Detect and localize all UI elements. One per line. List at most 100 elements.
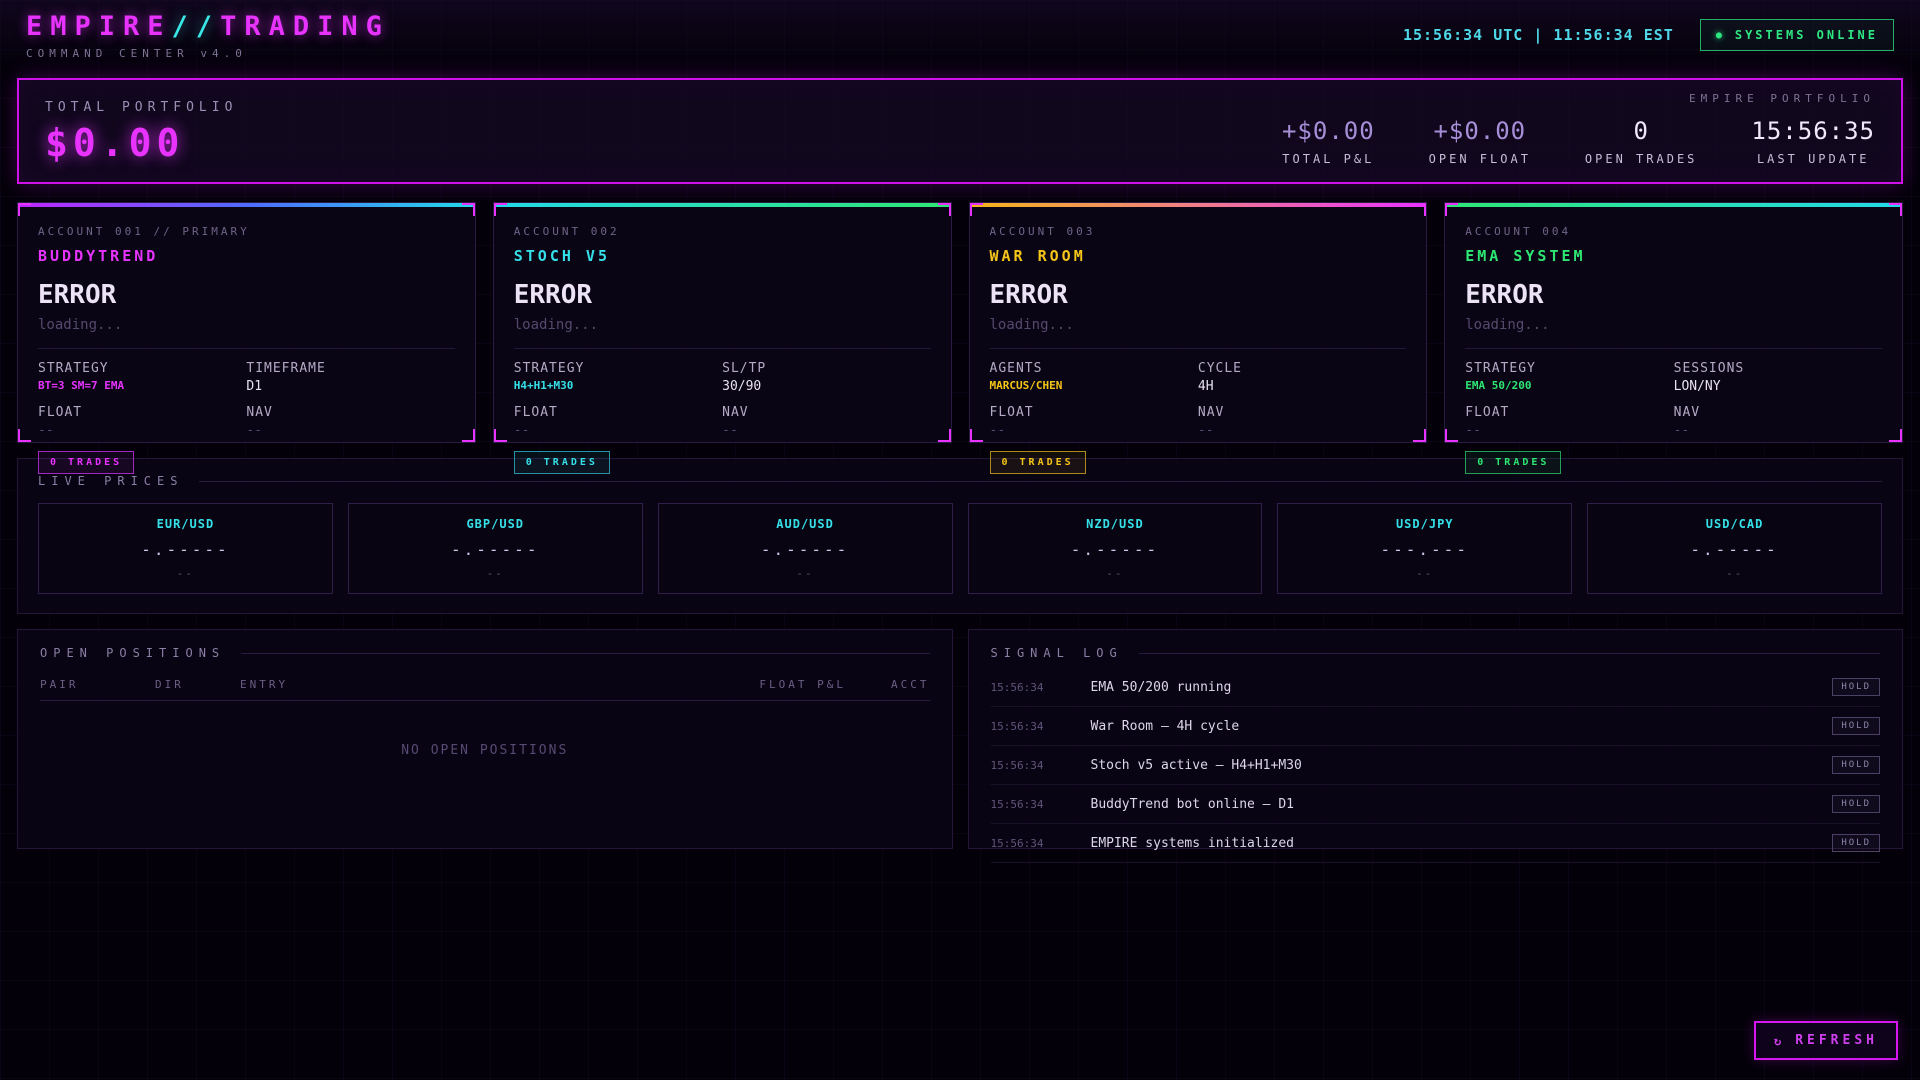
- field-value: H4+H1+M30: [513, 379, 574, 392]
- pair-symbol: USD/JPY: [1395, 517, 1454, 531]
- field-label: FLOAT: [513, 405, 558, 420]
- hold-badge[interactable]: HOLD: [1832, 834, 1880, 852]
- field-float: FLOAT --: [38, 405, 246, 438]
- account-status: ERROR: [38, 280, 117, 310]
- field-value: --: [1197, 423, 1214, 438]
- card-accent-bar: [493, 203, 951, 207]
- field-label: STRATEGY: [38, 361, 109, 376]
- corner-bracket: [937, 203, 951, 216]
- signal-time: 15:56:34: [990, 680, 1044, 694]
- field-strategy: STRATEGY BT=3 SM=7 EMA: [38, 361, 246, 394]
- field-label: STRATEGY: [513, 361, 585, 376]
- app-title-right: TRADING: [220, 10, 390, 42]
- corner-bracket: [18, 429, 31, 442]
- trades-count-badge: 0 TRADES: [513, 451, 610, 474]
- hold-badge[interactable]: HOLD: [1832, 717, 1880, 735]
- account-name: BUDDYTREND: [38, 247, 159, 265]
- header-right: 15:56:34 UTC | 11:56:34 EST ● SYSTEMS ON…: [1403, 19, 1894, 51]
- field-label: NAV: [1197, 405, 1225, 420]
- signal-log-title: SIGNAL LOG: [990, 646, 1123, 660]
- signal-message: BuddyTrend bot online — D1: [1090, 796, 1295, 812]
- open-positions-panel: OPEN POSITIONS PAIR DIR ENTRY FLOAT P&L …: [17, 629, 953, 849]
- account-card-stoch-v5: ACCOUNT 002 STOCH V5 ERROR loading... ST…: [492, 202, 952, 474]
- field-nav: NAV --: [1674, 405, 1882, 438]
- account-card-ema-system: ACCOUNT 004 EMA SYSTEM ERROR loading... …: [1444, 202, 1903, 474]
- card-accent-bar: [1445, 203, 1902, 207]
- card-accent-bar: [18, 203, 475, 207]
- hold-badge[interactable]: HOLD: [1832, 795, 1880, 813]
- stat-open-trades-label: OPEN TRADES: [1584, 152, 1698, 166]
- field-sltp: SL/TP 30/90: [722, 361, 930, 394]
- signal-row: 15:56:34 EMPIRE systems initialized HOLD: [990, 824, 1880, 863]
- hold-badge[interactable]: HOLD: [1832, 678, 1880, 696]
- corner-bracket: [461, 429, 475, 442]
- trades-count-badge: 0 TRADES: [38, 451, 135, 474]
- open-positions-title: OPEN POSITIONS: [40, 646, 226, 660]
- pair-change: --: [176, 567, 195, 580]
- field-value: --: [38, 423, 54, 438]
- column-acct: ACCT: [891, 678, 930, 691]
- field-label: NAV: [722, 405, 749, 420]
- account-status: ERROR: [513, 280, 593, 310]
- field-sessions: SESSIONS LON/NY: [1674, 361, 1882, 394]
- pair-price: -.-----: [760, 540, 850, 559]
- account-note: loading...: [1465, 317, 1550, 333]
- stat-total-pl-label: TOTAL P&L: [1282, 152, 1375, 166]
- field-label: SESSIONS: [1673, 361, 1745, 376]
- pair-price: ---.---: [1380, 540, 1469, 559]
- signal-message: War Room — 4H cycle: [1090, 718, 1240, 734]
- status-label: SYSTEMS ONLINE: [1734, 28, 1878, 42]
- field-label: FLOAT: [38, 405, 83, 420]
- corner-bracket: [969, 429, 983, 442]
- account-cards: ACCOUNT 001 // PRIMARY BUDDYTREND ERROR …: [17, 202, 1903, 474]
- divider: [38, 348, 455, 349]
- trades-count-badge: 0 TRADES: [989, 451, 1086, 474]
- field-label: NAV: [1673, 405, 1701, 420]
- corner-bracket: [493, 429, 507, 442]
- hold-badge[interactable]: HOLD: [1832, 756, 1880, 774]
- signal-row: 15:56:34 Stoch v5 active — H4+H1+M30 HOL…: [990, 746, 1880, 785]
- world-clock: 15:56:34 UTC | 11:56:34 EST: [1402, 26, 1674, 44]
- account-note: loading...: [989, 317, 1074, 333]
- pair-change: --: [1416, 567, 1434, 580]
- field-float: FLOAT --: [990, 405, 1198, 438]
- signal-time: 15:56:34: [990, 797, 1044, 811]
- signal-time: 15:56:34: [990, 836, 1044, 850]
- refresh-button[interactable]: ↻ REFRESH: [1753, 1021, 1898, 1060]
- pair-price: -.-----: [451, 540, 540, 559]
- field-value: MARCUS/CHEN: [989, 379, 1063, 392]
- signal-row: 15:56:34 BuddyTrend bot online — D1 HOLD: [990, 785, 1880, 824]
- divider: [241, 652, 930, 654]
- pair-change: --: [1725, 567, 1744, 580]
- field-float: FLOAT --: [514, 405, 722, 438]
- price-tiles: EUR/USD -.----- -- GBP/USD -.----- -- AU…: [38, 503, 1882, 594]
- account-name: WAR ROOM: [989, 247, 1086, 265]
- field-strategy: STRATEGY H4+H1+M30: [514, 361, 722, 394]
- field-label: STRATEGY: [1465, 361, 1536, 376]
- systems-online-badge[interactable]: ● SYSTEMS ONLINE: [1699, 19, 1894, 51]
- field-nav: NAV --: [722, 405, 930, 438]
- app-subtitle: COMMAND CENTER v4.0: [26, 46, 247, 60]
- signal-time: 15:56:34: [990, 719, 1044, 733]
- stat-last-update: 15:56:35 LAST UPDATE: [1751, 117, 1875, 166]
- stat-open-float-label: OPEN FLOAT: [1428, 152, 1531, 166]
- field-value: 4H: [1197, 379, 1214, 394]
- divider: [199, 480, 1882, 482]
- field-label: CYCLE: [1197, 361, 1243, 376]
- corner-bracket: [1413, 429, 1427, 442]
- pair-price: -.-----: [1690, 540, 1779, 559]
- price-tile-usdcad: USD/CAD -.----- --: [1587, 503, 1882, 594]
- price-tile-nzdusd: NZD/USD -.----- --: [967, 503, 1263, 594]
- field-value: LON/NY: [1673, 379, 1721, 394]
- pair-change: --: [796, 567, 814, 580]
- divider: [1465, 348, 1882, 349]
- corner-bracket: [1445, 203, 1459, 216]
- signal-log-panel: SIGNAL LOG 15:56:34 EMA 50/200 running H…: [967, 629, 1903, 863]
- price-tile-eurusd: EUR/USD -.----- --: [38, 503, 333, 594]
- app-header: EMPIRE//TRADING COMMAND CENTER v4.0 15:5…: [0, 0, 1920, 68]
- pair-symbol: NZD/USD: [1086, 517, 1144, 531]
- stat-last-update-label: LAST UPDATE: [1756, 152, 1870, 166]
- divider: [513, 348, 931, 349]
- live-prices-title: LIVE PRICES: [38, 474, 184, 488]
- field-cycle: CYCLE 4H: [1198, 361, 1406, 394]
